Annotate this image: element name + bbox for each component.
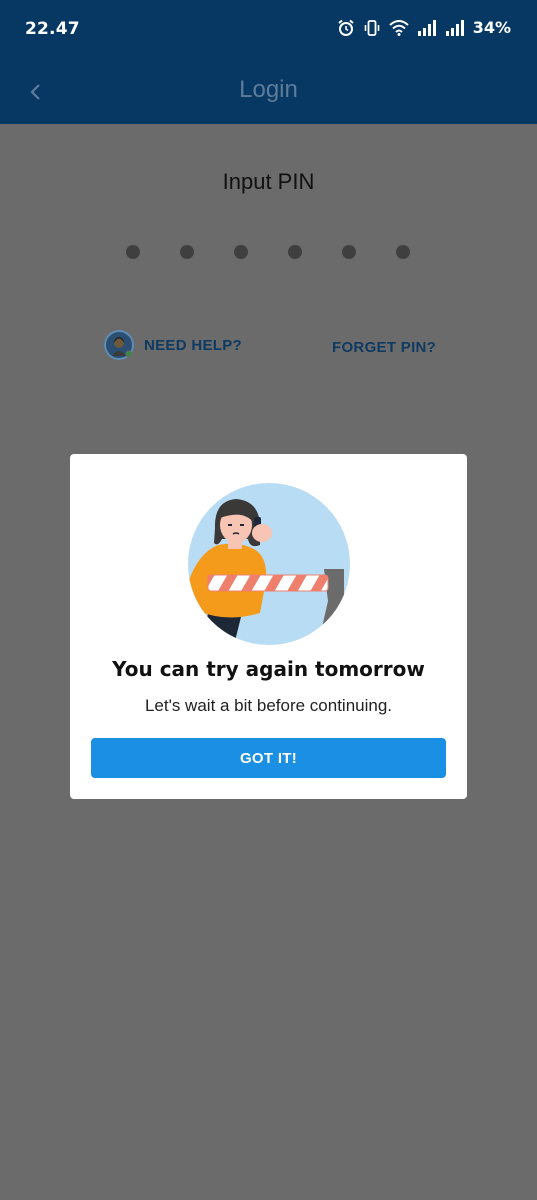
status-bar: 22.47 34%	[0, 0, 537, 60]
battery-level: 34%	[472, 18, 511, 37]
blocked-barrier-illustration	[188, 483, 350, 645]
signal-icon	[445, 19, 464, 36]
alarm-icon	[338, 19, 354, 36]
got-it-button[interactable]: GOT IT!	[91, 738, 446, 778]
assistant-avatar-icon	[104, 330, 134, 360]
pin-dot	[288, 245, 302, 259]
pin-dot	[396, 245, 410, 259]
pin-dot	[342, 245, 356, 259]
app-bar: Login	[0, 60, 537, 124]
pin-indicator	[126, 245, 410, 259]
pin-dot	[126, 245, 140, 259]
dialog-message: Let's wait a bit before continuing.	[144, 696, 393, 715]
need-help-link[interactable]: NEED HELP?	[104, 330, 242, 360]
limit-dialog: You can try again tomorrow Let's wait a …	[70, 454, 467, 799]
need-help-label: NEED HELP?	[144, 336, 243, 354]
status-icons: 34%	[337, 18, 511, 37]
status-time: 22.47	[25, 19, 80, 39]
forget-pin-link[interactable]: FORGET PIN?	[332, 339, 436, 356]
pin-title: Input PIN	[222, 169, 315, 194]
signal-icon	[417, 19, 436, 36]
pin-dot	[234, 245, 248, 259]
vibrate-icon	[364, 19, 380, 36]
wifi-icon	[389, 19, 409, 36]
page-title: Login	[239, 76, 298, 103]
pin-dot	[180, 245, 194, 259]
dialog-title: You can try again tomorrow	[112, 657, 425, 681]
